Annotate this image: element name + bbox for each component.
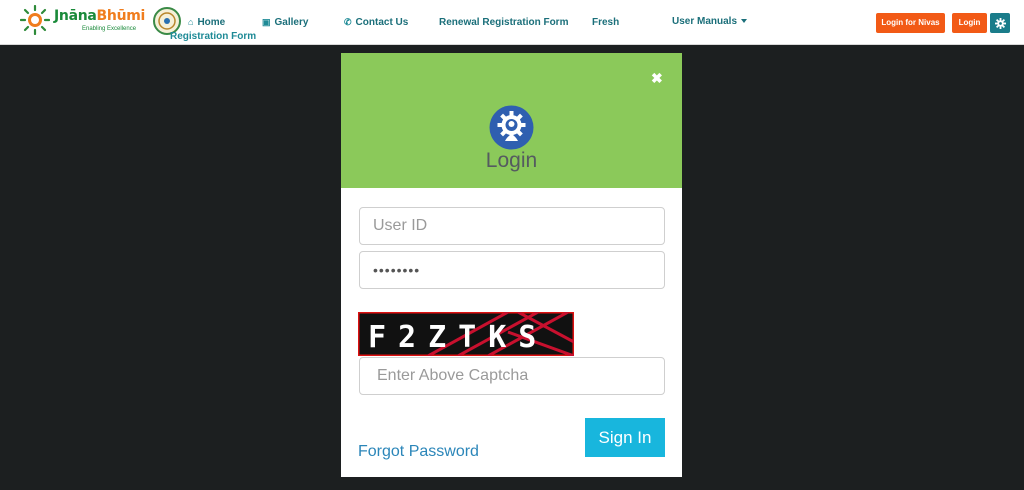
login-gear-person-icon xyxy=(489,105,534,150)
password-input[interactable] xyxy=(359,251,665,289)
modal-title: Login xyxy=(485,149,538,172)
close-icon[interactable]: ✖ xyxy=(651,71,663,85)
nav-user-manuals-dropdown[interactable]: User Manuals xyxy=(672,16,748,27)
sign-in-button[interactable]: Sign In xyxy=(585,418,665,457)
nav-registration-form[interactable]: Registration Form xyxy=(170,31,256,42)
login-nivas-button[interactable]: Login for Nivas xyxy=(876,13,945,33)
sun-logo-icon xyxy=(20,5,50,35)
captcha-image: F2ZTKS xyxy=(358,312,574,356)
captcha-text: F2ZTKS xyxy=(368,320,548,355)
login-modal-header: ✖ Login xyxy=(341,53,682,188)
image-icon: ▣ xyxy=(262,17,271,27)
top-navbar: JnānaBhūmi Enabling Excellence ⌂ Home Reg… xyxy=(0,0,1024,45)
login-modal: ✖ Login F2ZTKS S xyxy=(341,53,682,477)
phone-icon: ✆ xyxy=(344,17,352,27)
settings-button[interactable] xyxy=(990,13,1010,33)
nav-renewal-registration[interactable]: Renewal Registration Form xyxy=(439,17,568,28)
captcha-input[interactable] xyxy=(359,357,665,395)
nav-gallery[interactable]: ▣ Gallery xyxy=(262,17,308,28)
brand-name: JnānaBhūmi xyxy=(54,8,146,24)
nav-contact-us[interactable]: ✆ Contact Us xyxy=(344,17,408,28)
jnanabhumi-logo[interactable]: JnānaBhūmi Enabling Excellence xyxy=(20,5,145,37)
caret-down-icon xyxy=(741,19,748,24)
gear-icon xyxy=(994,17,1006,29)
nav-fresh[interactable]: Fresh xyxy=(592,17,619,28)
login-button[interactable]: Login xyxy=(952,13,987,33)
user-id-input[interactable] xyxy=(359,207,665,245)
brand-tagline: Enabling Excellence xyxy=(82,26,137,32)
home-icon: ⌂ xyxy=(188,17,194,27)
forgot-password-link[interactable]: Forgot Password xyxy=(358,443,479,461)
nav-home[interactable]: ⌂ Home xyxy=(188,17,225,28)
